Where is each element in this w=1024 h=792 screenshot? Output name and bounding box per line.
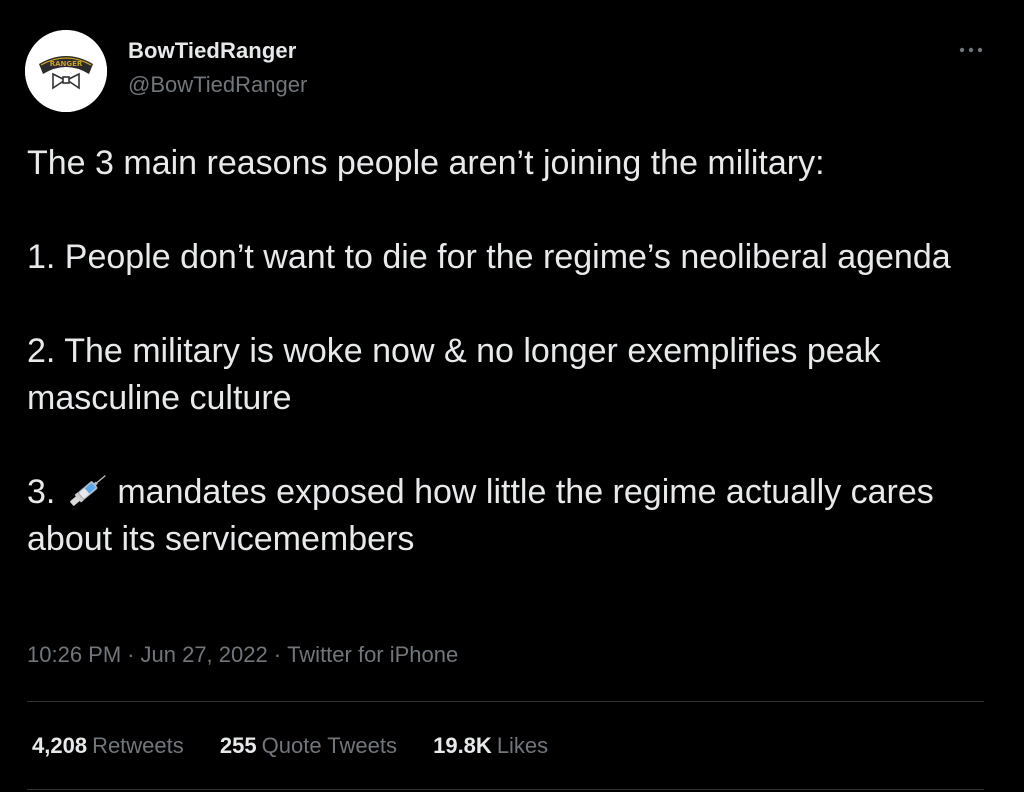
user-handle[interactable]: @BowTiedRanger [128, 72, 307, 98]
retweets-label: Retweets [92, 733, 184, 758]
tweet-intro: The 3 main reasons people aren’t joining… [27, 144, 825, 182]
tweet-point-3: 3. mandates exposed how little the regim… [27, 469, 997, 563]
tweet-time[interactable]: 10:26 PM [27, 642, 121, 667]
divider [27, 701, 984, 702]
tweet-detail: RANGER BowTiedRanger @BowTiedRanger The … [0, 0, 1024, 792]
tweet-date[interactable]: Jun 27, 2022 [141, 642, 268, 667]
display-name[interactable]: BowTiedRanger [128, 38, 296, 64]
point-3-text: mandates exposed how little the regime a… [27, 473, 934, 558]
tweet-metadata: 10:26 PM · Jun 27, 2022 · Twitter for iPhone [27, 642, 458, 668]
ranger-tab-icon: RANGER [25, 30, 107, 112]
meta-separator: · [273, 642, 282, 667]
retweets-count: 4,208 [32, 733, 88, 758]
quote-tweets-label: Quote Tweets [261, 733, 397, 758]
tweet-text: The 3 main reasons people aren’t joining… [27, 140, 997, 563]
quote-tweets-count: 255 [219, 733, 257, 758]
likes-label: Likes [496, 733, 549, 758]
point-3-number: 3. [27, 473, 56, 511]
avatar[interactable]: RANGER [25, 30, 107, 112]
quote-tweets-stat[interactable]: 255 Quote Tweets [220, 733, 397, 759]
likes-count: 19.8K [433, 733, 492, 758]
tweet-source[interactable]: Twitter for iPhone [287, 642, 458, 667]
tweet-point-2: 2. The military is woke now & no longer … [27, 332, 881, 417]
divider [27, 789, 984, 790]
more-options-icon[interactable] [956, 38, 986, 62]
tweet-point-1: 1. People don’t want to die for the regi… [27, 238, 951, 276]
likes-stat[interactable]: 19.8K Likes [433, 733, 548, 759]
retweets-stat[interactable]: 4,208 Retweets [32, 733, 184, 759]
engagement-stats: 4,208 Retweets 255 Quote Tweets 19.8K Likes [32, 733, 578, 759]
meta-separator: · [127, 642, 135, 667]
avatar-tab-text: RANGER [50, 60, 83, 68]
syringe-icon [61, 471, 113, 511]
